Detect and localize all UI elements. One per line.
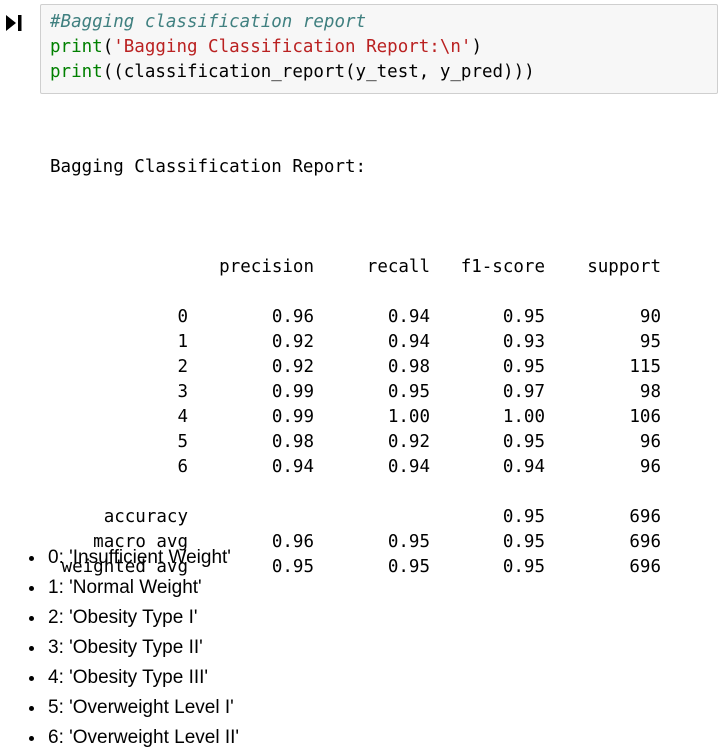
metric-value: 0.95 bbox=[387, 557, 430, 577]
row-label: 2 bbox=[177, 357, 188, 377]
list-item: 0: 'Insufficient Weight' bbox=[46, 543, 239, 573]
class-mapping-list: 0: 'Insufficient Weight'1: 'Normal Weigh… bbox=[0, 543, 239, 753]
row-label: 1 bbox=[177, 332, 188, 352]
metric-value: 0.96 bbox=[271, 307, 314, 327]
code-paren: ) bbox=[471, 37, 483, 57]
metric-value: 95 bbox=[639, 332, 661, 352]
class-row: 0 0.96 0.94 0.95 90 bbox=[50, 305, 661, 330]
class-row: 1 0.92 0.94 0.93 95 bbox=[50, 330, 661, 355]
row-label: 3 bbox=[177, 382, 188, 402]
metric-value: 0.93 bbox=[502, 332, 545, 352]
metric-value: 0.94 bbox=[502, 457, 545, 477]
code-call-args: ((classification_report(y_test, y_pred))… bbox=[102, 62, 535, 82]
metric-value: 0.99 bbox=[271, 407, 314, 427]
metric-value: 0.95 bbox=[387, 532, 430, 552]
header-cell: f1-score bbox=[460, 257, 545, 277]
metric-value: 98 bbox=[639, 382, 661, 402]
code-print-fn: print bbox=[50, 62, 103, 82]
metric-value: 0.94 bbox=[387, 307, 430, 327]
code-editor[interactable]: #Bagging classification report print('Ba… bbox=[50, 10, 535, 85]
code-print-fn: print bbox=[50, 37, 103, 57]
blank-cell bbox=[50, 480, 661, 505]
class-row: 4 0.99 1.00 1.00 106 bbox=[50, 405, 661, 430]
class-row: 2 0.92 0.98 0.95 115 bbox=[50, 355, 661, 380]
header-cell bbox=[50, 255, 188, 280]
classification-report-table: precision recall f1-score support 0 0.96 0… bbox=[50, 255, 661, 580]
report-header-row: precision recall f1-score support bbox=[50, 255, 661, 280]
metric-value: 1.00 bbox=[387, 407, 430, 427]
metric-value: 106 bbox=[629, 407, 661, 427]
cell-output: Bagging Classification Report: precision… bbox=[50, 105, 661, 605]
list-item: 1: 'Normal Weight' bbox=[46, 573, 239, 603]
metric-value: 1.00 bbox=[502, 407, 545, 427]
spacer-row bbox=[50, 280, 661, 305]
metric-value: 96 bbox=[639, 457, 661, 477]
run-step-icon[interactable] bbox=[2, 12, 30, 34]
class-row: 3 0.99 0.95 0.97 98 bbox=[50, 380, 661, 405]
row-label: 5 bbox=[177, 432, 188, 452]
metric-value: 96 bbox=[639, 432, 661, 452]
summary-row: accuracy 0.95 696 bbox=[50, 505, 661, 530]
code-paren: ( bbox=[102, 37, 114, 57]
metric-value: 0.94 bbox=[387, 457, 430, 477]
metric-value: 0.92 bbox=[387, 432, 430, 452]
header-cell: precision bbox=[219, 257, 314, 277]
metric-value: 0.99 bbox=[271, 382, 314, 402]
metric-value: 0.92 bbox=[271, 357, 314, 377]
list-item: 4: 'Obesity Type III' bbox=[46, 663, 239, 693]
metric-value: 0.98 bbox=[387, 357, 430, 377]
list-item: 3: 'Obesity Type II' bbox=[46, 633, 239, 663]
row-label: 0 bbox=[177, 307, 188, 327]
metric-value: 0.95 bbox=[502, 532, 545, 552]
report-title: Bagging Classification Report: bbox=[50, 157, 367, 177]
class-row: 6 0.94 0.94 0.94 96 bbox=[50, 455, 661, 480]
metric-value: 0.94 bbox=[387, 332, 430, 352]
row-label: accuracy bbox=[103, 507, 188, 527]
metric-value: 0.97 bbox=[502, 382, 545, 402]
row-label: 4 bbox=[177, 407, 188, 427]
metric-value: 0.95 bbox=[502, 357, 545, 377]
blank-cell bbox=[50, 280, 661, 305]
list-item: 2: 'Obesity Type I' bbox=[46, 603, 239, 633]
list-item: 6: 'Overweight Level II' bbox=[46, 723, 239, 753]
code-string: 'Bagging Classification Report:\n' bbox=[113, 37, 472, 57]
class-row: 5 0.98 0.92 0.95 96 bbox=[50, 430, 661, 455]
code-cell-input[interactable]: #Bagging classification report print('Ba… bbox=[40, 4, 718, 94]
list-item: 5: 'Overweight Level I' bbox=[46, 693, 239, 723]
metric-value: 0.94 bbox=[271, 457, 314, 477]
metric-value: 0.95 bbox=[502, 307, 545, 327]
header-cell: support bbox=[587, 257, 661, 277]
metric-value: 0.92 bbox=[271, 332, 314, 352]
row-label: 6 bbox=[177, 457, 188, 477]
metric-value: 0.95 bbox=[387, 382, 430, 402]
metric-value: 0.95 bbox=[502, 432, 545, 452]
metric-value: 90 bbox=[639, 307, 661, 327]
metric-value: 0.95 bbox=[502, 557, 545, 577]
metric-value: 696 bbox=[629, 507, 661, 527]
metric-value: 0.95 bbox=[502, 507, 545, 527]
metric-value: 696 bbox=[629, 557, 661, 577]
metric-value: 115 bbox=[629, 357, 661, 377]
metric-value: 696 bbox=[629, 532, 661, 552]
header-cell: recall bbox=[366, 257, 430, 277]
spacer-row bbox=[50, 480, 661, 505]
metric-value bbox=[188, 505, 314, 530]
code-comment: #Bagging classification report bbox=[50, 12, 367, 32]
metric-value: 0.98 bbox=[271, 432, 314, 452]
metric-value bbox=[314, 505, 430, 530]
